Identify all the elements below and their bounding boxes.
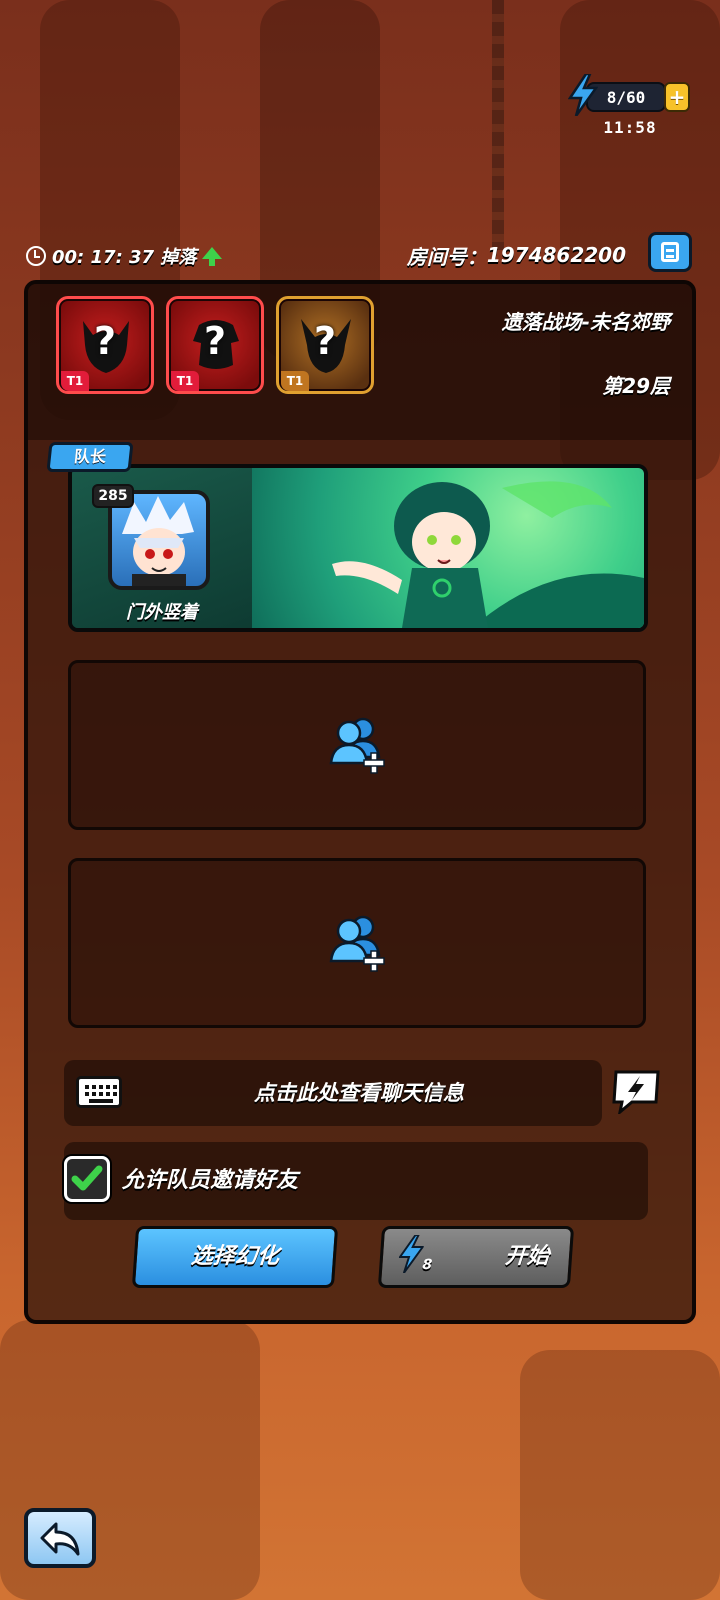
team-panel: ? T1 ? T1 ? T1 遗落战场-未名郊野 第29层 285 门外竖着 队…	[24, 280, 696, 1324]
leader-info: 285 门外竖着	[72, 468, 252, 628]
room-number: 房间号： 1974862200	[407, 240, 626, 270]
back-arrow-icon	[40, 1522, 80, 1556]
energy-value: 8/60	[586, 82, 666, 112]
allow-invite-label: 允许队员邀请好友	[122, 1168, 299, 1193]
arrow-up-icon	[202, 247, 223, 266]
allow-invite-checkbox[interactable]	[64, 1156, 110, 1202]
character-illustration	[332, 481, 644, 628]
tier-badge: T1	[61, 371, 89, 391]
copy-icon	[661, 242, 679, 262]
chat-bubble-icon[interactable]	[610, 1068, 662, 1114]
level-badge: 285	[92, 484, 134, 508]
drop-timer: 00: 17: 37 掉落	[26, 242, 223, 270]
lightning-icon	[568, 74, 598, 116]
room-label: 房间号：	[406, 244, 487, 269]
chat-bar[interactable]: 点击此处查看聊天信息	[64, 1060, 602, 1126]
tier-badge: T1	[281, 371, 309, 391]
start-button[interactable]: 8 开始	[377, 1226, 575, 1288]
unknown-mark: ?	[203, 319, 227, 363]
energy-widget: 8/60 +	[568, 74, 690, 116]
start-cost: 8	[421, 1257, 433, 1273]
unknown-mark: ?	[93, 319, 117, 363]
leader-card[interactable]: 285 门外竖着	[68, 464, 648, 632]
energy-timer: 11:58	[603, 118, 657, 137]
tier-badge: T1	[171, 371, 199, 391]
boss-slot[interactable]: ? T1	[56, 296, 154, 394]
unknown-mark: ?	[313, 319, 337, 363]
add-user-icon[interactable]	[327, 713, 391, 777]
plus-icon: +	[668, 85, 686, 109]
allow-invite-row[interactable]: 允许队员邀请好友	[64, 1142, 648, 1220]
back-button[interactable]	[24, 1508, 96, 1568]
keyboard-icon	[76, 1076, 122, 1108]
background-chain	[492, 0, 504, 250]
empty-member-slot[interactable]	[68, 858, 646, 1028]
stage-header: ? T1 ? T1 ? T1 遗落战场-未名郊野 第29层	[28, 284, 692, 440]
boss-slot[interactable]: ? T1	[276, 296, 374, 394]
add-energy-button[interactable]: +	[664, 82, 690, 112]
floor-label: 第29层	[602, 374, 670, 398]
empty-member-slot[interactable]	[68, 660, 646, 830]
checkmark-icon	[71, 1165, 103, 1191]
map-name: 遗落战场-未名郊野	[501, 310, 670, 334]
drop-timer-text: 00: 17: 37 掉落	[52, 247, 197, 268]
chat-prompt: 点击此处查看聊天信息	[254, 1081, 464, 1105]
captain-tag: 队长	[46, 442, 134, 472]
room-number-value: 1974862200	[486, 243, 626, 267]
boss-slot[interactable]: ? T1	[166, 296, 264, 394]
character-art	[252, 468, 644, 628]
copy-room-button[interactable]	[648, 232, 692, 272]
leader-name: 门外竖着	[126, 602, 198, 623]
background-rock	[520, 1350, 720, 1600]
start-label: 开始	[504, 1244, 550, 1269]
clock-icon	[26, 246, 46, 266]
add-user-icon[interactable]	[327, 911, 391, 975]
lightning-icon	[398, 1235, 425, 1273]
select-transform-button[interactable]: 选择幻化	[131, 1226, 339, 1288]
